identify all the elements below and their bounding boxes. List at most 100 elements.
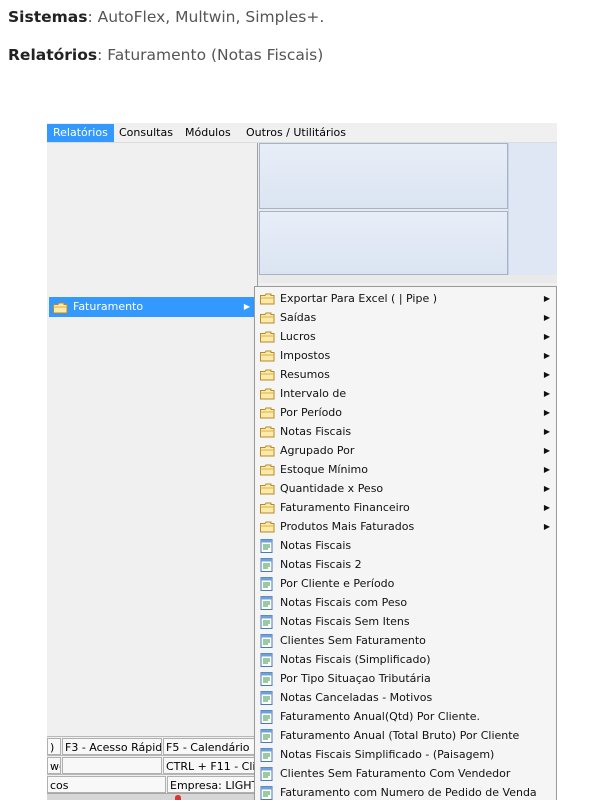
submenu-item-label: Notas Fiscais <box>280 425 352 438</box>
chevron-right-icon: ▶ <box>243 302 250 311</box>
statusbar-row-2: we CTRL + F11 - Clie <box>47 755 257 774</box>
panel-bottom <box>259 211 508 275</box>
chevron-right-icon: ▶ <box>543 427 550 436</box>
submenu-item-label: Saídas <box>280 311 317 324</box>
menu-consultas[interactable]: Consultas <box>113 124 179 142</box>
panel-top <box>259 143 508 209</box>
submenu-item[interactable]: Impostos ▶ <box>257 346 556 365</box>
submenu-item-label: Produtos Mais Faturados <box>280 520 415 533</box>
submenu-item[interactable]: Saídas ▶ <box>257 308 556 327</box>
submenu-item[interactable]: Notas Fiscais com Peso <box>257 593 556 612</box>
submenu-item-label: Quantidade x Peso <box>280 482 384 495</box>
submenu-item[interactable]: Por Tipo Situaçao Tributária <box>257 669 556 688</box>
submenu-item[interactable]: Lucros ▶ <box>257 327 556 346</box>
submenu-item-label: Notas Fiscais Sem Itens <box>280 615 410 628</box>
submenu-item[interactable]: Intervalo de ▶ <box>257 384 556 403</box>
submenu-item-label: Por Período <box>280 406 343 419</box>
sistemas-value: : AutoFlex, Multwin, Simples+. <box>87 8 325 26</box>
status-cell-ctrl-f11: CTRL + F11 - Clie <box>163 757 257 774</box>
submenu-item-label: Faturamento Financeiro <box>280 501 410 514</box>
background-strip <box>508 143 557 275</box>
sistemas-label: Sistemas <box>8 8 88 26</box>
submenu-item-label: Clientes Sem Faturamento Com Vendedor <box>280 767 511 780</box>
submenu-item[interactable]: Notas Fiscais (Simplificado) <box>257 650 556 669</box>
submenu-item-label: Resumos <box>280 368 330 381</box>
submenu-item-label: Notas Fiscais com Peso <box>280 596 408 609</box>
relatorios-label: Relatórios <box>8 46 98 64</box>
chevron-right-icon: ▶ <box>543 294 550 303</box>
chevron-right-icon: ▶ <box>543 351 550 360</box>
menu-modulos[interactable]: Módulos <box>179 124 237 142</box>
submenu-item-label: Notas Fiscais <box>280 539 352 552</box>
status-cell-empresa: Empresa: LIGHT <box>167 776 257 793</box>
chevron-right-icon: ▶ <box>543 408 550 417</box>
relatorios-value: : Faturamento (Notas Fiscais) <box>97 46 324 64</box>
submenu-item-label: Por Tipo Situaçao Tributária <box>280 672 431 685</box>
chevron-right-icon: ▶ <box>543 370 550 379</box>
submenu-item[interactable]: Notas Fiscais Sem Itens <box>257 612 556 631</box>
submenu-item-label: Estoque Mínimo <box>280 463 368 476</box>
submenu-item[interactable]: Produtos Mais Faturados ▶ <box>257 517 556 536</box>
taskbar-icon[interactable] <box>175 795 181 800</box>
submenu-item[interactable]: Notas Fiscais 2 <box>257 555 556 574</box>
submenu-item[interactable]: Faturamento Financeiro ▶ <box>257 498 556 517</box>
statusbar-row-1: ) F3 - Acesso Rápido F5 - Calendário <box>47 736 257 755</box>
submenu-item-label: Faturamento com Numero de Pedido de Vend… <box>280 786 537 799</box>
menu-relatorios[interactable]: Relatórios <box>47 124 114 142</box>
status-cell: we <box>47 757 61 774</box>
dropdown-item-label: Faturamento <box>73 300 144 313</box>
submenu-item-label: Por Cliente e Período <box>280 577 395 590</box>
submenu-item-label: Exportar Para Excel ( | Pipe ) <box>280 292 438 305</box>
chevron-right-icon: ▶ <box>543 389 550 398</box>
submenu-item-label: Intervalo de <box>280 387 347 400</box>
chevron-right-icon: ▶ <box>543 313 550 322</box>
dropdown-item-faturamento[interactable]: Faturamento ▶ <box>49 297 254 317</box>
submenu-item-label: Notas Fiscais (Simplificado) <box>280 653 431 666</box>
submenu-item[interactable]: Agrupado Por ▶ <box>257 441 556 460</box>
submenu-item[interactable]: Resumos ▶ <box>257 365 556 384</box>
submenu-item[interactable]: Exportar Para Excel ( | Pipe ) ▶ <box>257 289 556 308</box>
status-cell-acesso-rapido: F3 - Acesso Rápido <box>62 738 162 755</box>
chevron-right-icon: ▶ <box>543 446 550 455</box>
taskbar <box>47 793 257 800</box>
status-cell: ) <box>47 738 61 755</box>
submenu-item[interactable]: Faturamento Anual (Total Bruto) Por Clie… <box>257 726 556 745</box>
submenu-item[interactable]: Notas Fiscais ▶ <box>257 422 556 441</box>
intro-sistemas: Sistemas: AutoFlex, Multwin, Simples+. <box>8 8 324 26</box>
submenu-item[interactable]: Faturamento com Numero de Pedido de Vend… <box>257 783 556 800</box>
chevron-right-icon: ▶ <box>543 332 550 341</box>
chevron-right-icon: ▶ <box>543 522 550 531</box>
submenu-item-label: Notas Fiscais 2 <box>280 558 362 571</box>
submenu-item-label: Agrupado Por <box>280 444 355 457</box>
chevron-right-icon: ▶ <box>543 503 550 512</box>
submenu-item-label: Faturamento Anual (Total Bruto) Por Clie… <box>280 729 520 742</box>
submenu-item-label: Impostos <box>280 349 331 362</box>
statusbar-row-3: cos Empresa: LIGHT <box>47 774 257 793</box>
relatorios-dropdown: Faturamento ▶ <box>47 143 258 743</box>
submenu-item[interactable]: Quantidade x Peso ▶ <box>257 479 556 498</box>
menubar: Relatórios Consultas Módulos Outros / Ut… <box>47 123 557 143</box>
submenu-item[interactable]: Por Cliente e Período <box>257 574 556 593</box>
submenu-item[interactable]: Clientes Sem Faturamento <box>257 631 556 650</box>
app-window: Relatórios Consultas Módulos Outros / Ut… <box>47 123 557 800</box>
submenu-item[interactable]: Notas Canceladas - Motivos <box>257 688 556 707</box>
faturamento-submenu: Exportar Para Excel ( | Pipe ) ▶ Saídas ▶ Lu… <box>254 286 557 800</box>
submenu-item[interactable]: Estoque Mínimo ▶ <box>257 460 556 479</box>
submenu-item-label: Notas Canceladas - Motivos <box>280 691 433 704</box>
submenu-item[interactable]: Clientes Sem Faturamento Com Vendedor <box>257 764 556 783</box>
menu-outros-utilitarios[interactable]: Outros / Utilitários <box>240 124 352 142</box>
submenu-item[interactable]: Faturamento Anual(Qtd) Por Cliente. <box>257 707 556 726</box>
submenu-item-label: Faturamento Anual(Qtd) Por Cliente. <box>280 710 480 723</box>
status-cell: cos <box>47 776 166 793</box>
chevron-right-icon: ▶ <box>543 465 550 474</box>
report-icon <box>260 786 273 800</box>
submenu-item-label: Lucros <box>280 330 316 343</box>
folder-icon <box>53 301 68 321</box>
submenu-item[interactable]: Notas Fiscais <box>257 536 556 555</box>
submenu-item-label: Notas Fiscais Simplificado - (Paisagem) <box>280 748 495 761</box>
submenu-item[interactable]: Notas Fiscais Simplificado - (Paisagem) <box>257 745 556 764</box>
submenu-item-label: Clientes Sem Faturamento <box>280 634 426 647</box>
status-cell-empty <box>62 757 162 774</box>
intro-relatorios: Relatórios: Faturamento (Notas Fiscais) <box>8 46 323 64</box>
submenu-item[interactable]: Por Período ▶ <box>257 403 556 422</box>
